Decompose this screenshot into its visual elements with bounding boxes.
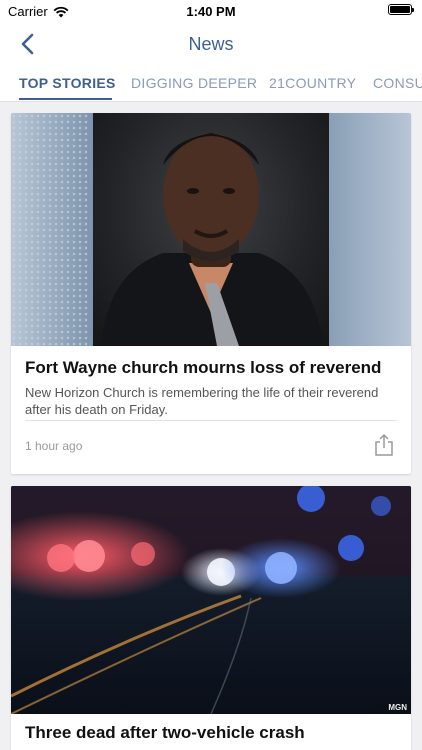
share-button[interactable] [373,433,395,457]
tab-21country[interactable]: 21COUNTRY [269,75,356,91]
tab-consumer[interactable]: CONSU [373,75,422,91]
share-icon [375,433,393,456]
image-credit: MGN [388,703,407,712]
article-summary: New Horizon Church is remembering the li… [25,385,379,417]
article-timestamp: 1 hour ago [25,439,83,453]
navigation-bar: News [0,22,422,66]
status-bar: Carrier 1:40 PM [0,0,422,22]
tab-digging-deeper[interactable]: DIGGING DEEPER [131,75,257,91]
news-feed[interactable]: Fort Wayne church mourns loss of reveren… [0,102,422,750]
active-tab-indicator [19,98,112,100]
tab-top-stories[interactable]: TOP STORIES [19,75,116,91]
article-headline[interactable]: Three dead after two-vehicle crash [25,722,397,744]
status-time: 1:40 PM [186,4,236,19]
article-headline[interactable]: Fort Wayne church mourns loss of reveren… [25,357,397,379]
article-image[interactable]: MGN [11,486,411,714]
card-divider [25,420,397,421]
article-card[interactable]: Fort Wayne church mourns loss of reveren… [11,113,411,474]
page-title: News [188,34,234,54]
article-card[interactable]: MGN Three dead after two-vehicle crash [11,486,411,750]
battery-icon [388,4,414,15]
category-tabs[interactable]: TOP STORIES DIGGING DEEPER 21COUNTRY CON… [0,66,422,102]
article-image[interactable] [11,113,411,346]
